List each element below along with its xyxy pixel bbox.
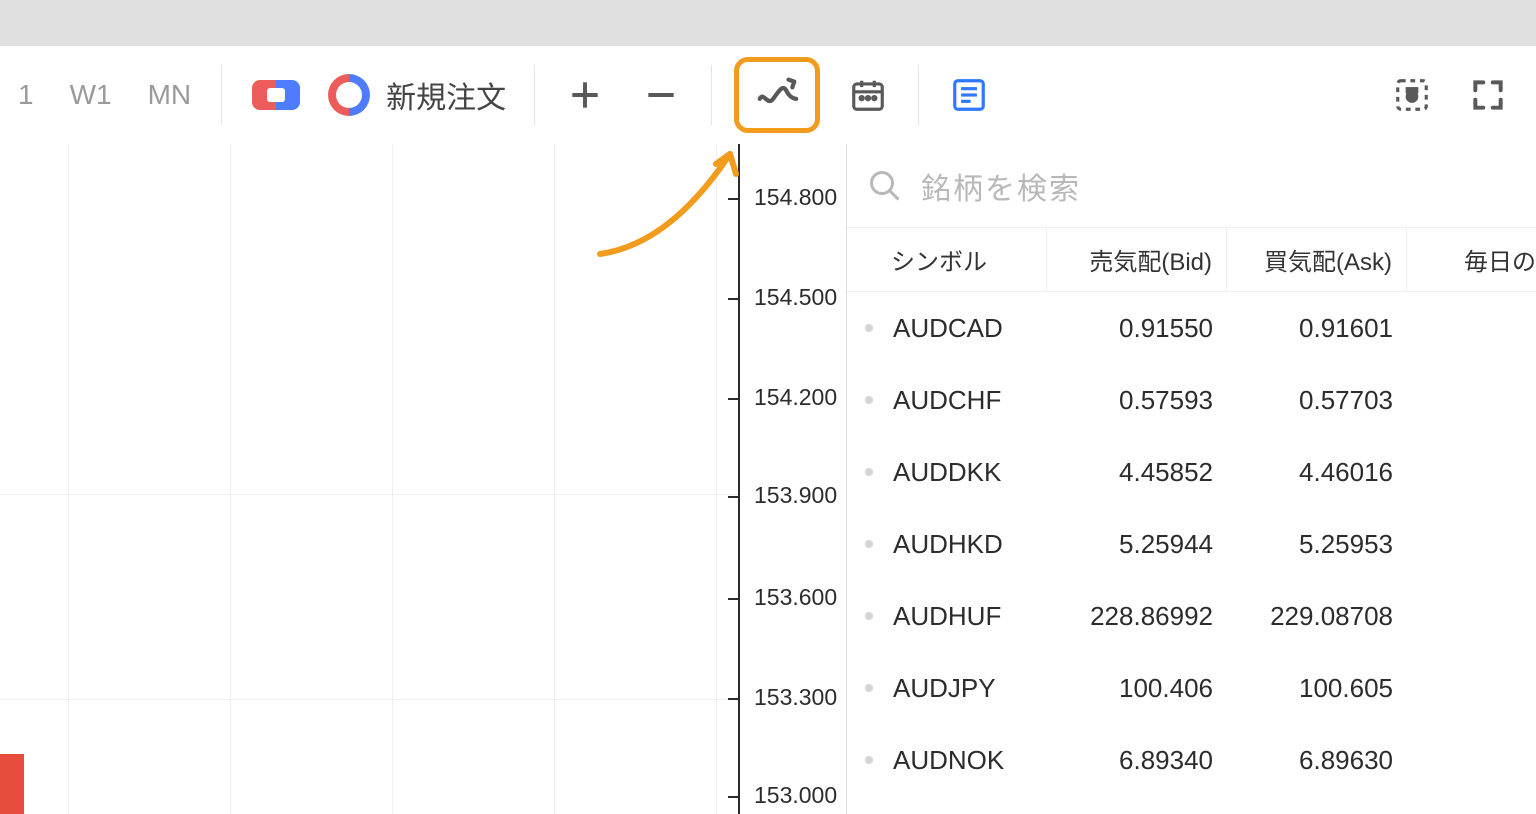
timeframe-d1[interactable]: 1	[0, 79, 52, 111]
y-tick: 153.900	[738, 482, 846, 509]
ask-value: 229.08708	[1227, 601, 1407, 632]
candle-style-icon[interactable]	[252, 80, 300, 110]
ask-value: 4.46016	[1227, 457, 1407, 488]
watchlist-row[interactable]: AUDHUF228.86992229.08708	[847, 580, 1536, 652]
symbol-name: AUDDKK	[893, 457, 1047, 488]
bid-value: 4.45852	[1047, 457, 1227, 488]
y-axis	[738, 144, 846, 814]
symbol-name: AUDHKD	[893, 529, 1047, 560]
status-dot-icon	[865, 540, 873, 548]
zoom-out-button[interactable]	[633, 67, 689, 123]
bid-value: 100.406	[1047, 673, 1227, 704]
chart-color-icon[interactable]	[328, 74, 370, 116]
symbol-name: AUDNOK	[893, 745, 1047, 776]
toolbar-divider	[918, 65, 919, 125]
search-placeholder: 銘柄を検索	[921, 164, 1081, 208]
watchlist-row[interactable]: AUDNOK6.893406.89630	[847, 724, 1536, 796]
header-bid[interactable]: 売気配(Bid)	[1047, 228, 1227, 291]
symbol-name: AUDCHF	[893, 385, 1047, 416]
timeframe-mn[interactable]: MN	[130, 79, 210, 111]
y-tick: 154.800	[738, 184, 846, 211]
y-tick: 154.500	[738, 284, 846, 311]
status-dot-icon	[865, 396, 873, 404]
search-input[interactable]: 銘柄を検索	[847, 144, 1536, 228]
screenshot-button[interactable]	[1384, 67, 1440, 123]
bid-value: 6.89340	[1047, 745, 1227, 776]
fullscreen-button[interactable]	[1460, 67, 1516, 123]
bid-value: 0.91550	[1047, 313, 1227, 344]
bid-value: 5.25944	[1047, 529, 1227, 560]
watchlist-header: シンボル 売気配(Bid) 買気配(Ask) 毎日の	[847, 228, 1536, 292]
watchlist-row[interactable]: AUDHKD5.259445.25953	[847, 508, 1536, 580]
calendar-button[interactable]	[840, 67, 896, 123]
symbol-name: AUDCAD	[893, 313, 1047, 344]
symbol-name: AUDJPY	[893, 673, 1047, 704]
header-ask[interactable]: 買気配(Ask)	[1227, 228, 1407, 291]
ask-value: 0.57703	[1227, 385, 1407, 416]
watchlist-button[interactable]	[941, 67, 997, 123]
ask-value: 5.25953	[1227, 529, 1407, 560]
window-titlebar	[0, 0, 1536, 46]
status-dot-icon	[865, 468, 873, 476]
search-icon	[867, 168, 903, 204]
toolbar: 1 W1 MN 新規注文	[0, 46, 1536, 144]
status-dot-icon	[865, 684, 873, 692]
indicator-button[interactable]	[734, 57, 820, 133]
watchlist-row[interactable]: AUDDKK4.458524.46016	[847, 436, 1536, 508]
symbol-name: AUDHUF	[893, 601, 1047, 632]
zoom-in-button[interactable]	[557, 67, 613, 123]
ask-value: 100.605	[1227, 673, 1407, 704]
status-dot-icon	[865, 756, 873, 764]
status-dot-icon	[865, 612, 873, 620]
ask-value: 0.91601	[1227, 313, 1407, 344]
watchlist-row[interactable]: AUDCAD0.915500.91601	[847, 292, 1536, 364]
content-area: 154.800 154.500 154.200 153.900 153.600 …	[0, 144, 1536, 814]
toolbar-divider	[221, 65, 222, 125]
y-tick: 153.000	[738, 782, 846, 809]
y-tick: 153.300	[738, 684, 846, 711]
bid-value: 228.86992	[1047, 601, 1227, 632]
status-dot-icon	[865, 324, 873, 332]
new-order-button[interactable]: 新規注文	[380, 73, 522, 117]
y-tick: 153.600	[738, 584, 846, 611]
ask-value: 6.89630	[1227, 745, 1407, 776]
bid-value: 0.57593	[1047, 385, 1227, 416]
toolbar-divider	[534, 65, 535, 125]
header-symbol[interactable]: シンボル	[847, 228, 1047, 291]
chart-panel[interactable]: 154.800 154.500 154.200 153.900 153.600 …	[0, 144, 846, 814]
watchlist-row[interactable]: AUDJPY100.406100.605	[847, 652, 1536, 724]
watchlist-row[interactable]: AUDCHF0.575930.57703	[847, 364, 1536, 436]
toolbar-divider	[711, 65, 712, 125]
y-tick: 154.200	[738, 384, 846, 411]
header-daily[interactable]: 毎日の	[1407, 228, 1536, 291]
timeframe-w1[interactable]: W1	[52, 79, 130, 111]
watchlist-panel: 銘柄を検索 シンボル 売気配(Bid) 買気配(Ask) 毎日の AUDCAD0…	[846, 144, 1536, 814]
candle-bar	[0, 754, 24, 814]
